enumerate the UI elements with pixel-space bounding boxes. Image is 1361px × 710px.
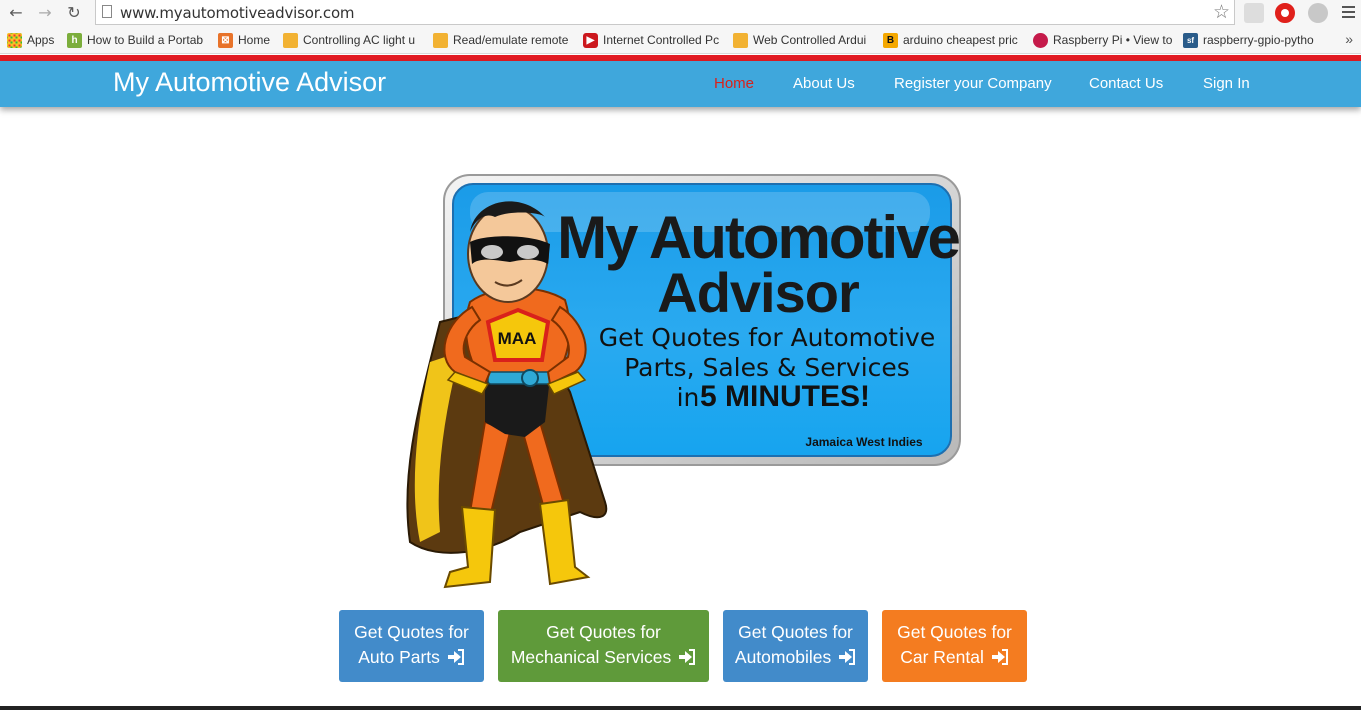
site-brand[interactable]: My Automotive Advisor bbox=[113, 67, 386, 98]
hero-location: Jamaica West Indies bbox=[805, 435, 922, 449]
banggood-icon: B bbox=[883, 32, 898, 48]
hero-tagline-in: in bbox=[677, 383, 700, 412]
robot-icon bbox=[433, 32, 448, 48]
bookmark-item[interactable]: ▶ Internet Controlled Pc bbox=[583, 31, 723, 49]
bookmark-item[interactable]: Raspberry Pi • View to bbox=[1033, 31, 1173, 49]
back-arrow-icon[interactable]: ← bbox=[6, 3, 26, 23]
reload-icon[interactable]: ↻ bbox=[64, 3, 84, 23]
instructables-icon: h bbox=[67, 32, 82, 48]
stop-extension-icon[interactable] bbox=[1275, 3, 1295, 23]
browser-toolbar: ← → ↻ www.myautomotiveadvisor.com ☆ bbox=[0, 0, 1361, 26]
bookmark-item[interactable]: sf raspberry-gpio-pytho bbox=[1183, 31, 1323, 49]
hero-tagline-line2: Parts, Sales & Services bbox=[624, 353, 910, 382]
sign-in-icon bbox=[991, 649, 1008, 665]
hero-banner: My Automotive Advisor Get Quotes for Aut… bbox=[406, 174, 962, 589]
window-bottom-edge bbox=[0, 706, 1361, 710]
mascot-badge-text: MAA bbox=[498, 329, 537, 348]
more-bookmarks-icon[interactable]: » bbox=[1345, 31, 1353, 47]
nav-sign-in[interactable]: Sign In bbox=[1203, 75, 1250, 92]
nav-about-us[interactable]: About Us bbox=[793, 75, 855, 92]
bookmark-item[interactable]: ⊠ Home bbox=[218, 31, 278, 49]
page-icon bbox=[102, 5, 112, 18]
robot-icon bbox=[733, 32, 748, 48]
bookmark-item[interactable]: h How to Build a Portab bbox=[67, 31, 207, 49]
nav-register-company[interactable]: Register your Company bbox=[894, 75, 1052, 92]
get-quotes-mechanical-services-button[interactable]: Get Quotes for Mechanical Services bbox=[498, 610, 709, 682]
nav-home[interactable]: Home bbox=[714, 75, 754, 92]
nav-contact-us[interactable]: Contact Us bbox=[1089, 75, 1163, 92]
forward-arrow-icon[interactable]: → bbox=[35, 3, 55, 23]
raspberry-icon bbox=[1033, 32, 1048, 48]
url-text[interactable]: www.myautomotiveadvisor.com bbox=[120, 4, 355, 22]
get-quotes-auto-parts-button[interactable]: Get Quotes for Auto Parts bbox=[339, 610, 484, 682]
bookmark-apps[interactable]: Apps bbox=[7, 31, 59, 49]
sign-in-icon bbox=[679, 649, 696, 665]
sign-in-icon bbox=[447, 649, 464, 665]
youtube-icon: ▶ bbox=[583, 32, 598, 48]
bookmark-item[interactable]: Controlling AC light u bbox=[283, 31, 423, 49]
hero-tagline-line1: Get Quotes for Automotive bbox=[599, 323, 935, 352]
sign-in-icon bbox=[839, 649, 856, 665]
address-bar[interactable]: www.myautomotiveadvisor.com ☆ bbox=[95, 0, 1235, 25]
hero-title-line2: Advisor bbox=[657, 261, 859, 324]
site-navbar: My Automotive Advisor Home About Us Regi… bbox=[0, 61, 1361, 107]
bookmarks-bar: Apps h How to Build a Portab ⊠ Home Cont… bbox=[0, 26, 1361, 54]
bookmark-item[interactable]: B arduino cheapest pric bbox=[883, 31, 1023, 49]
robot-icon bbox=[283, 32, 298, 48]
bookmark-star-icon[interactable]: ☆ bbox=[1213, 1, 1230, 23]
sourceforge-icon: sf bbox=[1183, 32, 1198, 48]
bookmark-item[interactable]: Read/emulate remote bbox=[433, 31, 573, 49]
bookmark-item[interactable]: Web Controlled Ardui bbox=[733, 31, 873, 49]
globe-extension-icon[interactable] bbox=[1308, 3, 1328, 23]
apps-grid-icon bbox=[7, 32, 22, 48]
get-quotes-car-rental-button[interactable]: Get Quotes for Car Rental bbox=[882, 610, 1027, 682]
get-quotes-automobiles-button[interactable]: Get Quotes for Automobiles bbox=[723, 610, 868, 682]
shield-extension-icon[interactable] bbox=[1244, 3, 1264, 23]
browser-menu-icon[interactable] bbox=[1342, 6, 1355, 21]
hero-tagline-emphasis: 5 MINUTES! bbox=[700, 380, 870, 413]
home-bookmark-icon: ⊠ bbox=[218, 32, 233, 48]
